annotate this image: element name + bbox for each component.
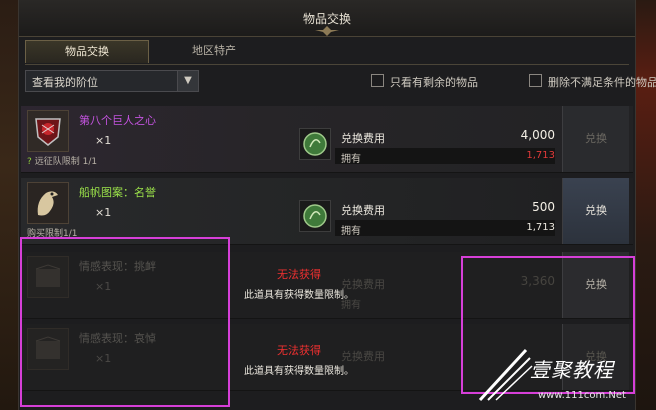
remove-unqualified-label: 删除不满足条件的物品 (548, 76, 656, 89)
item-quantity: ×1 (95, 134, 112, 147)
watermark-text: 壹聚教程 (530, 358, 614, 382)
owned-bar (335, 148, 555, 164)
chevron-down-icon[interactable]: ▼ (177, 71, 198, 91)
remaining-only-label: 只看有剩余的物品 (390, 76, 478, 89)
tab-item-exchange[interactable]: 物品交换 (25, 40, 149, 63)
checkbox-box[interactable] (371, 74, 384, 87)
filter-bar: 查看我的阶位 ▼ 只看有剩余的物品 删除不满足条件的物品 (19, 66, 656, 96)
cost-label: 兑换费用 (341, 278, 385, 291)
help-icon[interactable]: ? (27, 157, 32, 167)
item-quantity: ×1 (95, 206, 112, 219)
list-item: 第八个巨人之心 ×1 ? 远征队限制 1/1 兑换费用 4,000 拥有 1,71… (21, 106, 633, 173)
rank-select[interactable]: 查看我的阶位 ▼ (25, 70, 199, 92)
item-name: 第八个巨人之心 (79, 114, 156, 127)
list-item: 船帆图案：名誉 ×1 购买限制1/1 兑换费用 500 拥有 1,713 兑换 (21, 178, 633, 245)
owned-label: 拥有 (341, 226, 361, 237)
background-right (634, 0, 656, 410)
currency-orb-icon (299, 200, 331, 232)
cost-label: 兑换费用 (341, 350, 385, 363)
owned-bar (335, 220, 555, 236)
tab-bar: 物品交换 地区特产 (25, 40, 629, 65)
cost-label: 兑换费用 (341, 204, 385, 217)
owned-label: 拥有 (341, 300, 361, 311)
title-ornament-icon (315, 26, 339, 36)
owned-value: 1,713 (526, 222, 555, 233)
giant-heart-icon (27, 110, 69, 152)
unavailable-text: 此道具有获得数量限制。 (244, 366, 354, 377)
item-limit: ? 远征队限制 1/1 (27, 154, 97, 167)
watermark-logo-icon (478, 348, 533, 402)
highlight-box-items (20, 237, 230, 407)
item-name: 船帆图案：名誉 (79, 186, 156, 199)
cost-value: 4,000 (520, 128, 555, 142)
window-title: 物品交换 (302, 12, 351, 26)
watermark-url: www.111com.Net (538, 390, 626, 401)
cost-label: 兑换费用 (341, 132, 385, 145)
rank-select-label: 查看我的阶位 (32, 76, 98, 89)
exchange-button[interactable]: 兑换 (562, 106, 629, 172)
watermark: 壹聚教程 www.111com.Net (476, 340, 636, 410)
owned-value: 1,713 (526, 150, 555, 161)
eagle-emblem-icon (27, 182, 69, 224)
tab-regional-specialties[interactable]: 地区特产 (153, 40, 275, 62)
exchange-button[interactable]: 兑换 (562, 178, 629, 244)
cost-value: 500 (532, 200, 555, 214)
background-left (0, 0, 18, 410)
limit-text: 远征队限制 1/1 (34, 157, 98, 167)
title-bar: 物品交换 (19, 0, 635, 37)
owned-label: 拥有 (341, 154, 361, 165)
currency-orb-icon (299, 128, 331, 160)
checkbox-box[interactable] (529, 74, 542, 87)
